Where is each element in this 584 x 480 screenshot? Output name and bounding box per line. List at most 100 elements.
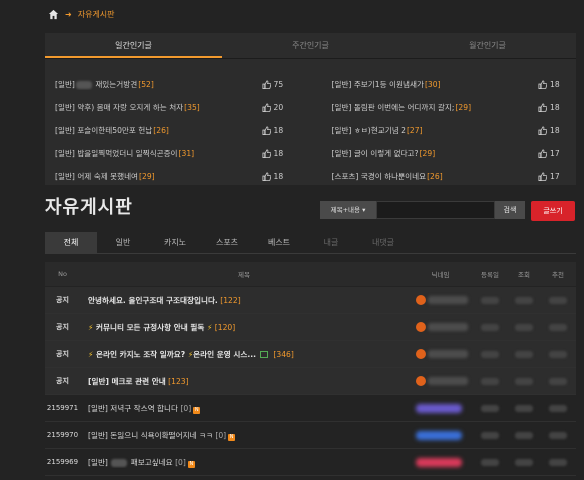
popular-item-title[interactable]: [일반] 돌림판 이번에는 어디까지 갈지;[29] [332, 102, 539, 113]
popular-item-text: 어제 숙제 못했네여 [74, 172, 139, 181]
author[interactable] [408, 376, 473, 386]
tab-sports[interactable]: 스포츠 [201, 232, 253, 253]
post-title[interactable]: [일반] 저녁구 작스역 합니다 [0] N [80, 403, 408, 414]
popular-item-title[interactable]: [일반] 글이 이렇게 없다고?[29] [332, 148, 539, 159]
author[interactable] [408, 430, 473, 440]
table-header: No 제목 닉네임 등록일 조회 추천 [45, 262, 576, 286]
comment-count: [29] [419, 149, 436, 158]
post-view [507, 350, 541, 358]
popular-item-category: [일반] [331, 149, 352, 158]
table-row[interactable]: 2159969 [일반] 패보고싶네요 [0] N [45, 449, 576, 476]
blurred-date [481, 431, 499, 439]
comment-count: [35] [184, 103, 200, 112]
write-button[interactable]: 글쓰기 [531, 201, 575, 221]
popular-item[interactable]: [일반] 주보기1등 이원냄새가[30] 18 [332, 73, 569, 96]
like-count: 75 [261, 80, 292, 89]
notice-row[interactable]: 공지 ⚡ 온라인 카지노 조작 일까요? ⚡온라인 운영 시스... [346] [45, 341, 576, 368]
post-rec [541, 458, 575, 466]
notice-title-text: 온라인 카지노 조작 일까요? [95, 349, 188, 359]
popular-item-text: 글이 이렇게 없다고? [351, 149, 419, 158]
popular-posts-panel: 일간인기글 주간인기글 월간인기글 [일반] 재있는거방견[52] 75 [일반] … [45, 33, 576, 185]
tab-monthly-popular[interactable]: 월간인기글 [399, 33, 576, 58]
avatar [416, 322, 426, 332]
popular-item-title[interactable]: [일반] ㅎㅂ)현교기념 2[27] [332, 125, 539, 136]
post-rec [541, 350, 575, 358]
like-value: 18 [550, 103, 560, 112]
image-attachment-icon [260, 351, 269, 358]
post-rec [541, 323, 575, 331]
notice-title-text: 커뮤니티 모든 규정사항 안내 필독 [95, 322, 205, 332]
popular-item-title[interactable]: [스포츠] 국경이 하나뿐이네요[26] [332, 171, 539, 182]
like-count: 18 [538, 103, 568, 112]
popular-item-text: 약후) 몸매 자랑 오지게 하는 처자 [74, 103, 184, 112]
comment-count: [29] [455, 103, 472, 112]
popular-item-title[interactable]: [일반] 약후) 몸매 자랑 오지게 하는 처자[35] [55, 102, 262, 113]
popular-item[interactable]: [일반] 밥을일찍먹었더니 일찍식곤증이[31] 18 [55, 142, 292, 165]
thumbs-up-icon [538, 103, 547, 112]
author[interactable] [408, 403, 473, 413]
search-button[interactable]: 검색 [495, 201, 525, 219]
popular-item[interactable]: [일반] 재있는거방견[52] 75 [55, 73, 292, 96]
table-row[interactable]: 2159971 [일반] 저녁구 작스역 합니다 [0] N [45, 395, 576, 422]
popular-item[interactable]: [일반] 포슬이한테50만포 헌납[26] 18 [55, 119, 292, 142]
notice-title[interactable]: 안녕하세요. 올인구조대 구조대장입니다. [122] [80, 295, 408, 306]
post-date [473, 323, 507, 331]
like-count: 18 [538, 80, 568, 89]
notice-title[interactable]: ⚡ 온라인 카지노 조작 일까요? ⚡온라인 운영 시스... [346] [80, 349, 408, 360]
home-icon[interactable] [48, 9, 59, 20]
tab-my-comments[interactable]: 내댓글 [357, 232, 409, 253]
tab-general[interactable]: 일반 [97, 232, 149, 253]
tab-weekly-popular[interactable]: 주간인기글 [222, 33, 399, 58]
comment-count: [120] [212, 322, 236, 332]
popular-item[interactable]: [일반] 약후) 몸매 자랑 오지게 하는 처자[35] 20 [55, 96, 292, 119]
col-no: No [58, 270, 67, 278]
notice-title[interactable]: [일반] 메크로 관련 안내 [123] [80, 376, 408, 387]
like-value: 18 [273, 126, 284, 135]
notice-row[interactable]: 공지 ⚡ 커뮤니티 모든 규정사항 안내 필독 ⚡ [120] [45, 314, 576, 341]
tab-casino[interactable]: 카지노 [149, 232, 201, 253]
popular-item-category: [일반] [55, 149, 75, 158]
comment-count: [0] [180, 403, 192, 413]
tab-all[interactable]: 전체 [45, 232, 97, 253]
popular-item-title[interactable]: [일반] 재있는거방견[52] [55, 79, 262, 90]
post-title[interactable]: [일반] 패보고싶네요 [0] N [80, 457, 408, 468]
tab-daily-popular[interactable]: 일간인기글 [45, 33, 222, 58]
popular-item[interactable]: [일반] 글이 이렇게 없다고?[29] 17 [332, 142, 569, 165]
thumbs-up-icon [261, 80, 271, 89]
popular-item-title[interactable]: [일반] 밥을일찍먹었더니 일찍식곤증이[31] [55, 148, 262, 159]
blurred-rec [549, 404, 567, 412]
col-nick: 닉네임 [431, 271, 450, 279]
popular-item-title[interactable]: [일반] 어제 숙제 못했네여[29] [55, 171, 262, 182]
popular-item[interactable]: [일반] 어제 숙제 못했네여[29] 18 [55, 165, 292, 188]
post-view [507, 404, 541, 412]
post-title[interactable]: [일반] 돈잃으니 식욕이확떨어지네 ㅋㅋ [0] N [80, 430, 408, 441]
popular-item[interactable]: [일반] ㅎㅂ)현교기념 2[27] 18 [332, 119, 569, 142]
post-list: 공지 안녕하세요. 올인구조대 구조대장입니다. [122] 공지 ⚡ 커뮤니티 모든… [45, 287, 576, 476]
popular-item[interactable]: [일반] 돌림판 이번에는 어디까지 갈지;[29] 18 [332, 96, 569, 119]
search-scope-select[interactable]: 제목+내용 ▾ [320, 201, 376, 219]
notice-row[interactable]: 공지 [일반] 메크로 관련 안내 [123] [45, 368, 576, 395]
post-number: 2159970 [46, 431, 79, 439]
table-row[interactable]: 2159970 [일반] 돈잃으니 식욕이확떨어지네 ㅋㅋ [0] N [45, 422, 576, 449]
notice-label: 공지 [56, 323, 69, 331]
search-input[interactable] [376, 201, 495, 219]
popular-item-text: 재있는거방견 [92, 80, 138, 89]
tab-best[interactable]: 베스트 [253, 232, 305, 253]
comment-count: [27] [406, 126, 423, 135]
author[interactable] [408, 349, 473, 359]
author[interactable] [408, 457, 473, 467]
popular-item[interactable]: [스포츠] 국경이 하나뿐이네요[26] 17 [332, 165, 569, 188]
author[interactable] [408, 295, 473, 305]
notice-row[interactable]: 공지 안녕하세요. 올인구조대 구조대장입니다. [122] [45, 287, 576, 314]
popular-item-title[interactable]: [일반] 주보기1등 이원냄새가[30] [332, 79, 539, 90]
breadcrumb-current[interactable]: 자유게시판 [78, 9, 115, 20]
popular-item-category: [일반] [55, 172, 75, 181]
notice-label: 공지 [56, 377, 69, 385]
tab-my-posts[interactable]: 내글 [305, 232, 357, 253]
blurred-view [515, 350, 533, 358]
author[interactable] [408, 322, 473, 332]
popular-item-title[interactable]: [일반] 포슬이한테50만포 헌납[26] [55, 125, 262, 136]
notice-title[interactable]: ⚡ 커뮤니티 모든 규정사항 안내 필독 ⚡ [120] [80, 322, 408, 333]
like-value: 18 [550, 80, 560, 89]
popular-item-text: 주보기1등 이원냄새가 [351, 80, 424, 89]
